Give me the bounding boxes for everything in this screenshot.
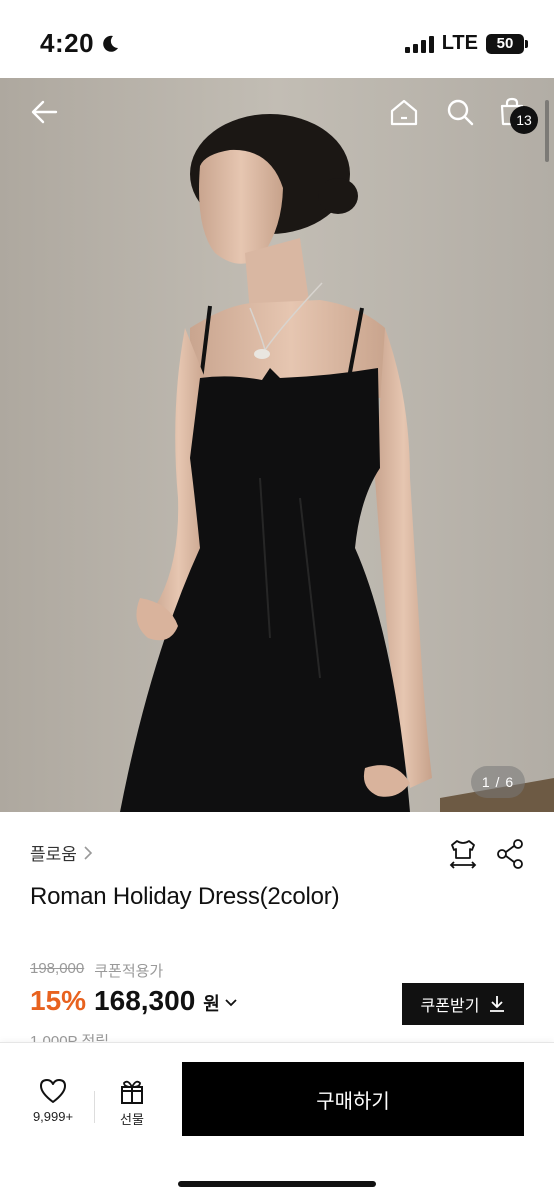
product-title: Roman Holiday Dress(2color) bbox=[30, 883, 340, 910]
price-row: 15% 168,300 원 bbox=[30, 985, 238, 1017]
home-icon bbox=[390, 99, 418, 126]
original-price-row: 198,000 쿠폰적용가 bbox=[30, 960, 163, 981]
gift-icon bbox=[121, 1080, 143, 1104]
original-price: 198,000 bbox=[30, 960, 85, 977]
search-button[interactable] bbox=[440, 92, 480, 132]
signal-icon bbox=[404, 35, 434, 53]
like-count: 9,999+ bbox=[32, 1109, 74, 1124]
home-button[interactable] bbox=[384, 92, 424, 132]
gift-button[interactable]: 선물 bbox=[110, 1077, 154, 1128]
discount-rate: 15% bbox=[30, 985, 87, 1016]
brand-link[interactable]: 플로움 bbox=[30, 840, 93, 865]
chevron-right-icon bbox=[84, 845, 93, 860]
buy-button[interactable]: 구매하기 bbox=[182, 1062, 524, 1136]
buy-button-label: 구매하기 bbox=[316, 1090, 390, 1113]
divider bbox=[94, 1091, 95, 1123]
size-guide-icon[interactable] bbox=[448, 838, 478, 870]
cart-count-badge: 13 bbox=[510, 106, 538, 134]
status-bar: 4:20 LTE 50 bbox=[0, 0, 554, 80]
status-time-text: 4:20 bbox=[40, 28, 95, 58]
chevron-down-icon bbox=[225, 999, 237, 1007]
sale-price: 168,300 bbox=[94, 985, 196, 1016]
battery-level: 50 bbox=[496, 35, 514, 52]
home-indicator bbox=[178, 1181, 376, 1187]
scroll-indicator bbox=[545, 100, 549, 162]
price-details-toggle[interactable]: 원 bbox=[203, 990, 238, 1016]
bottom-action-bar: 9,999+ 선물 구매하기 bbox=[0, 1042, 554, 1200]
brand-name: 플로움 bbox=[30, 845, 77, 864]
product-photo bbox=[0, 78, 554, 812]
share-icon[interactable] bbox=[496, 838, 524, 870]
gallery-page-counter: 1 / 6 bbox=[471, 766, 525, 798]
heart-icon bbox=[40, 1079, 66, 1103]
currency-label: 원 bbox=[203, 994, 220, 1014]
like-button[interactable]: 9,999+ bbox=[28, 1077, 78, 1124]
search-icon bbox=[447, 99, 474, 126]
coupon-download-button[interactable]: 쿠폰받기 bbox=[402, 983, 524, 1025]
top-nav bbox=[0, 78, 554, 148]
status-indicators: LTE 50 bbox=[404, 32, 528, 55]
gift-label: 선물 bbox=[120, 1112, 144, 1127]
back-button[interactable] bbox=[24, 92, 64, 132]
network-type: LTE bbox=[441, 32, 478, 54]
download-icon bbox=[490, 996, 505, 1012]
product-actions bbox=[448, 838, 524, 870]
battery-icon: 50 bbox=[486, 33, 528, 54]
moon-icon bbox=[103, 35, 119, 52]
points-text: 1,000P 적립 bbox=[30, 1034, 109, 1042]
status-time: 4:20 bbox=[40, 28, 120, 59]
coupon-price-note: 쿠폰적용가 bbox=[94, 963, 164, 980]
arrow-left-icon bbox=[31, 100, 58, 124]
coupon-button-label: 쿠폰받기 bbox=[420, 998, 480, 1015]
product-image[interactable] bbox=[0, 78, 554, 812]
